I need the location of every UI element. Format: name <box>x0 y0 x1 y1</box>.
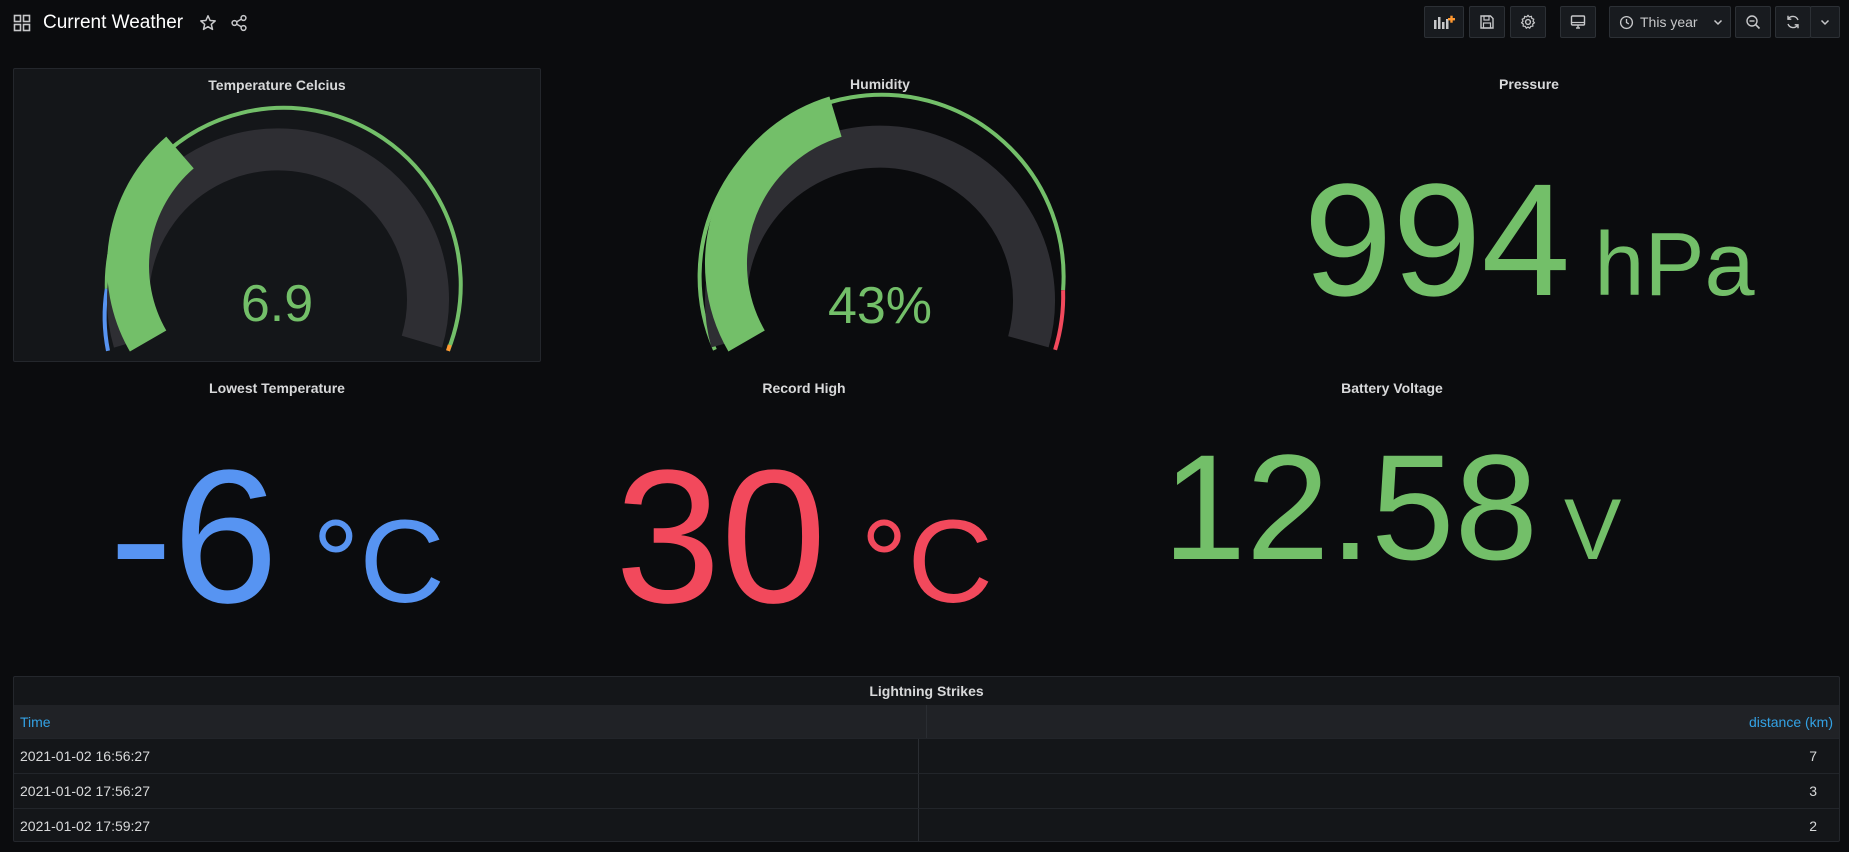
pressure-stat-panel[interactable]: Pressure 994 hPa <box>1218 68 1840 362</box>
stat-unit: °C <box>312 496 445 628</box>
add-panel-icon <box>1434 15 1455 29</box>
stat-value: -6 °C <box>13 442 541 632</box>
star-icon[interactable] <box>199 14 217 32</box>
table-header-row: Time distance (km) <box>14 705 1839 739</box>
lowest-temperature-stat-panel[interactable]: Lowest Temperature -6 °C <box>13 372 541 664</box>
table-row: 2021-01-02 17:59:27 2 <box>14 809 1839 841</box>
panel-title: Battery Voltage <box>1341 380 1443 396</box>
humidity-gauge-panel[interactable]: Humidity 43% <box>556 68 1204 362</box>
gauge-value: 43% <box>827 277 933 335</box>
refresh-icon <box>1787 15 1799 29</box>
table-cell-time: 2021-01-02 16:56:27 <box>14 739 919 773</box>
temperature-gauge-panel[interactable]: Temperature Celcius 6.9 <box>13 68 541 362</box>
zoom-out-button[interactable] <box>1735 6 1771 38</box>
panel-title: Lowest Temperature <box>209 380 345 396</box>
chevron-down-icon <box>1713 19 1722 26</box>
table-row: 2021-01-02 16:56:27 7 <box>14 739 1839 774</box>
stat-number: 30 <box>615 431 827 643</box>
table-cell-distance: 2 <box>1809 818 1817 834</box>
gear-icon <box>1520 14 1536 29</box>
stat-value: 30 °C <box>556 442 1052 632</box>
column-header-time[interactable]: Time <box>14 705 927 738</box>
time-range-label: This year <box>1640 14 1698 30</box>
table-cell-distance: 3 <box>1809 783 1817 799</box>
table-cell-time: 2021-01-02 17:56:27 <box>14 774 919 808</box>
refresh-button[interactable] <box>1775 6 1811 38</box>
stat-number: -6 <box>109 431 279 643</box>
dashboard-title[interactable]: Current Weather <box>43 12 183 34</box>
top-navbar: Current Weather This year <box>0 0 1849 46</box>
stat-unit: °C <box>860 496 993 628</box>
record-high-stat-panel[interactable]: Record High 30 °C <box>556 372 1052 664</box>
add-panel-button[interactable] <box>1424 6 1464 38</box>
apps-grid-icon[interactable] <box>13 14 31 32</box>
zoom-out-icon <box>1746 15 1761 30</box>
refresh-interval-dropdown[interactable] <box>1810 6 1840 38</box>
stat-number: 994 <box>1303 150 1571 329</box>
monitor-icon <box>1570 15 1586 29</box>
stat-value: 994 hPa <box>1218 160 1840 320</box>
tv-mode-button[interactable] <box>1560 6 1596 38</box>
dashboard-title-area: Current Weather <box>13 10 261 36</box>
stat-number: 12.58 <box>1162 423 1538 591</box>
gauge-value: 6.9 <box>240 275 314 333</box>
stat-unit: hPa <box>1594 215 1755 315</box>
clock-icon <box>1619 15 1634 29</box>
save-icon <box>1480 15 1494 29</box>
column-header-distance[interactable]: distance (km) <box>927 705 1839 738</box>
panel-title: Pressure <box>1499 76 1559 92</box>
time-range-picker[interactable]: This year <box>1609 6 1731 38</box>
table-cell-distance: 7 <box>1809 748 1817 764</box>
panel-title: Lightning Strikes <box>869 683 984 699</box>
table-cell-time: 2021-01-02 17:59:27 <box>14 809 919 841</box>
save-dashboard-button[interactable] <box>1469 6 1505 38</box>
lightning-strikes-table-panel[interactable]: Lightning Strikes Time distance (km) 202… <box>13 676 1840 842</box>
gauge-threshold-orange <box>446 344 452 352</box>
chevron-down-icon <box>1820 19 1830 26</box>
table-row: 2021-01-02 17:56:27 3 <box>14 774 1839 809</box>
share-icon[interactable] <box>230 14 248 32</box>
dashboard-settings-button[interactable] <box>1510 6 1546 38</box>
stat-unit: V <box>1564 482 1622 578</box>
panel-title: Record High <box>762 380 846 396</box>
battery-voltage-stat-panel[interactable]: Battery Voltage 12.58 V <box>1066 372 1718 664</box>
stat-value: 12.58 V <box>1066 432 1718 582</box>
